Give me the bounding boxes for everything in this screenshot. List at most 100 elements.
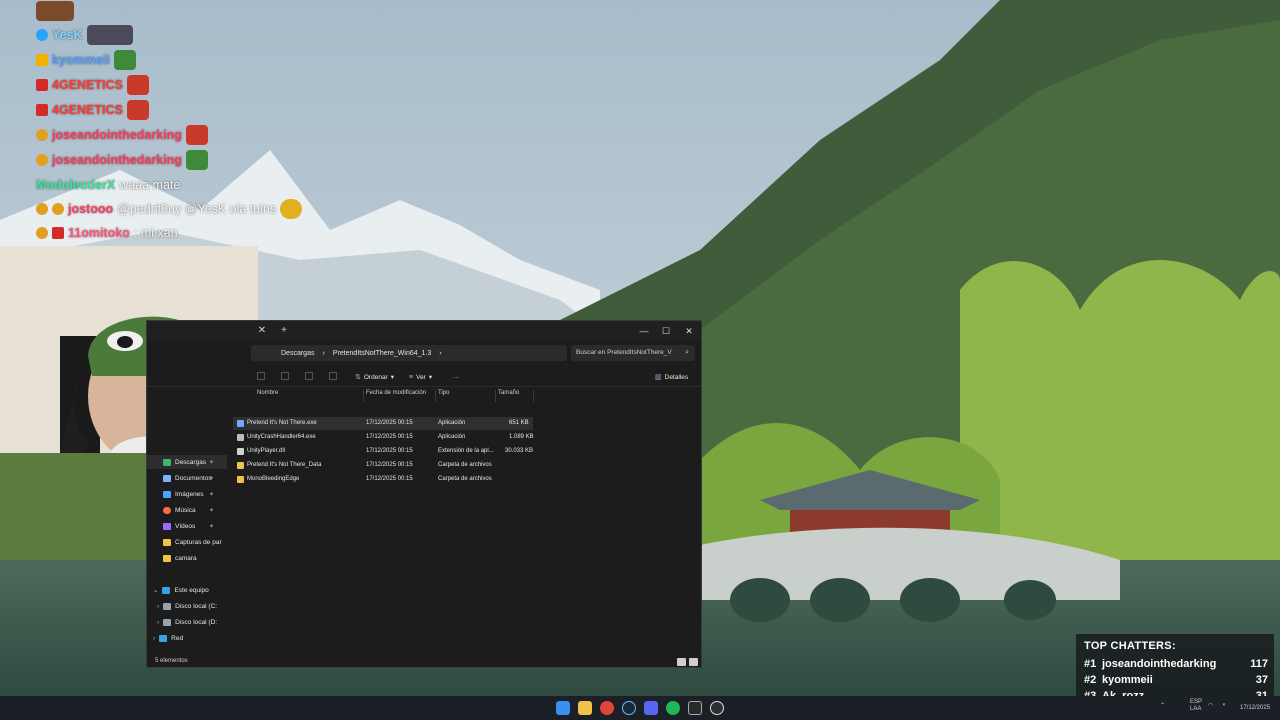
column-header-date[interactable]: Fecha de modificación [366,390,426,402]
column-separator[interactable] [435,390,436,402]
file-explorer-icon[interactable] [578,701,592,715]
nav-item-red[interactable]: › Red [147,631,227,645]
discord-icon[interactable] [644,701,658,715]
cut-icon[interactable] [257,372,265,380]
documents-icon [163,474,171,482]
column-header-name[interactable]: Nombre [257,390,278,402]
steam-icon[interactable] [622,701,636,715]
chat-username: YesK [52,28,83,42]
paste-icon[interactable] [305,372,313,380]
file-row[interactable]: UnityCrashHandler64.exe 17/12/2025 00:15… [233,431,534,444]
nav-item-musica[interactable]: Música ✦ [147,503,227,517]
file-row[interactable]: MonoBleedingEdge 17/12/2025 00:15 Carpet… [233,473,533,486]
column-header-type[interactable]: Tipo [438,390,449,402]
pin-icon: ✦ [209,523,215,530]
column-header-size[interactable]: Tamaño [498,390,519,402]
chevron-right-icon[interactable]: › [157,603,159,610]
file-size: 651 KB [509,420,529,426]
obs-icon[interactable] [710,701,724,715]
view-icon: ≡ [409,373,414,381]
details-button[interactable]: ▥ Detalles [655,371,688,383]
spotify-icon[interactable] [666,701,680,715]
folder-icon [163,538,171,546]
file-name: UnityCrashHandler64.exe [247,434,316,440]
tray-chevron-icon[interactable]: ⌃ [1160,702,1165,709]
details-label: Detalles [664,373,689,381]
nav-item-capturas[interactable]: Capturas de par [147,535,227,549]
folder-icon [163,554,171,562]
nav-item-disco-c[interactable]: › Disco local (C: [147,599,227,613]
wifi-icon[interactable]: ◠ [1208,702,1213,709]
navigation-pane: Descargas ✦ Documentos ✦ Imágenes ✦ Músi… [147,451,227,661]
breadcrumb-item[interactable]: Descargas [281,350,314,357]
language-indicator[interactable]: ESP LAA [1190,699,1202,713]
file-explorer-window: ✕ + — ☐ ✕ Descargas › PretendItsNotThere… [146,320,702,668]
search-placeholder: Buscar en PretendItsNotThere_V [576,349,672,356]
chevron-right-icon[interactable]: › [157,619,159,626]
clock-date[interactable]: 17/12/2025 [1240,705,1270,711]
maximize-icon[interactable]: ☐ [655,323,677,339]
view-button[interactable]: ≡ Ver ▾ [409,371,432,383]
chatter-count: 37 [1255,674,1268,686]
search-input[interactable]: Buscar en PretendItsNotThere_V ⌕ [571,345,695,361]
chevron-down-icon[interactable]: ⌄ [153,586,158,594]
breadcrumb[interactable]: Descargas › PretendItsNotThere_Win64_1.3… [251,345,567,361]
nav-item-camara[interactable]: camara [147,551,227,565]
computer-icon [162,586,171,594]
nav-item-disco-d[interactable]: › Disco local (D: [147,615,227,629]
chat-text: waaa mate [119,178,181,192]
sub-badge-icon [52,203,64,215]
new-tab-icon[interactable]: + [277,325,291,337]
chrome-icon[interactable] [600,701,614,715]
chat-message [36,0,74,22]
column-separator[interactable] [495,390,496,402]
sub-badge-icon [36,104,48,116]
close-window-icon[interactable]: ✕ [678,323,700,339]
sub-badge-icon [36,154,48,166]
chat-message: joseandointhedarking [36,124,208,146]
column-separator[interactable] [533,390,534,402]
chevron-right-icon[interactable]: › [153,635,155,642]
sort-button[interactable]: ⇅ Ordenar ▾ [355,371,394,383]
chevron-right-icon: › [439,349,442,357]
nav-item-documentos[interactable]: Documentos ✦ [147,471,227,485]
application-icon [237,420,244,427]
file-row[interactable]: Pretend It's Not There_Data 17/12/2025 0… [233,459,533,472]
details-view-icon[interactable] [677,658,686,666]
file-row[interactable]: UnityPlayer.dll 17/12/2025 00:15 Extensi… [233,445,533,458]
minimize-icon[interactable]: — [633,323,655,339]
file-name: MonoBleedingEdge [247,476,300,482]
chevron-down-icon: ▾ [390,374,394,381]
nav-item-imagenes[interactable]: Imágenes ✦ [147,487,227,501]
nav-item-descargas[interactable]: Descargas ✦ [147,455,227,469]
tiles-view-icon[interactable] [689,658,698,666]
pin-icon: ✦ [209,475,215,482]
column-separator[interactable] [363,390,364,402]
sub-badge-icon [36,79,48,91]
taskbar: ⌃ ESP LAA ◠ ◖ 17/12/2025 [0,696,1280,720]
file-type: Carpeta de archivos [438,462,492,468]
file-row[interactable]: Pretend It's Not There.exe 17/12/2025 00… [233,417,533,430]
copy-icon[interactable] [281,372,289,380]
chat-message: 4GENETICS [36,74,149,96]
file-name: UnityPlayer.dll [247,448,286,454]
more-options-button[interactable]: ··· [453,371,460,383]
chatter-name: kyommeii [1102,674,1153,686]
breadcrumb-item[interactable]: PretendItsNotThere_Win64_1.3 [333,350,431,357]
close-tab-icon[interactable]: ✕ [255,325,269,337]
chat-username: joseandointhedarking [52,153,182,167]
title-bar: ✕ + — ☐ ✕ [147,321,701,341]
pin-icon: ✦ [209,459,215,466]
start-icon[interactable] [556,701,570,715]
pin-icon: ✦ [209,507,215,514]
chat-username: 4GENETICS [52,103,123,117]
chevron-down-icon: ▾ [428,374,433,381]
nav-item-label: Documentos [175,474,212,482]
chat-text: @pedrit0uy @YesK ola tuins [117,202,277,216]
epic-games-icon[interactable] [688,701,702,715]
nav-item-este-equipo[interactable]: ⌄ Este equipo [147,583,227,597]
delete-icon[interactable] [329,372,337,380]
videos-icon [163,522,171,530]
nav-item-videos[interactable]: Vídeos ✦ [147,519,227,533]
volume-icon[interactable]: ◖ [1222,702,1226,708]
